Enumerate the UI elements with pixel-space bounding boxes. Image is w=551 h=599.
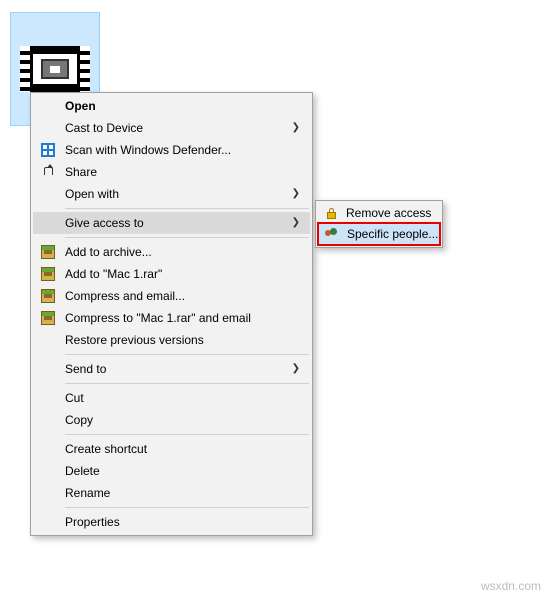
- rar-icon: [40, 266, 56, 282]
- menu-properties[interactable]: Properties: [33, 511, 310, 533]
- menu-label: Create shortcut: [65, 442, 147, 456]
- give-access-to-submenu: Remove access Specific people...: [315, 200, 443, 248]
- highlight-annotation: Specific people...: [317, 222, 441, 246]
- menu-label: Scan with Windows Defender...: [65, 143, 231, 157]
- watermark: wsxdn.com: [481, 579, 541, 593]
- menu-separator: [65, 507, 309, 508]
- submenu-specific-people[interactable]: Specific people...: [319, 224, 439, 244]
- menu-label: Properties: [65, 515, 120, 529]
- menu-label: Copy: [65, 413, 93, 427]
- video-file-icon: [20, 46, 90, 92]
- menu-label: Compress and email...: [65, 289, 185, 303]
- menu-label: Send to: [65, 362, 106, 376]
- menu-label: Delete: [65, 464, 100, 478]
- menu-scan-defender[interactable]: Scan with Windows Defender...: [33, 139, 310, 161]
- menu-label: Open: [65, 99, 96, 113]
- menu-create-shortcut[interactable]: Create shortcut: [33, 438, 310, 460]
- menu-restore-previous-versions[interactable]: Restore previous versions: [33, 329, 310, 351]
- menu-compress-and-email[interactable]: Compress and email...: [33, 285, 310, 307]
- menu-separator: [65, 434, 309, 435]
- menu-label: Cast to Device: [65, 121, 143, 135]
- menu-label: Cut: [65, 391, 84, 405]
- menu-separator: [65, 208, 309, 209]
- menu-copy[interactable]: Copy: [33, 409, 310, 431]
- people-icon: [324, 226, 340, 242]
- menu-label: Add to "Mac 1.rar": [65, 267, 162, 281]
- menu-label: Share: [65, 165, 97, 179]
- menu-add-to-archive[interactable]: Add to archive...: [33, 241, 310, 263]
- menu-cut[interactable]: Cut: [33, 387, 310, 409]
- submenu-arrow-icon: ❯: [292, 218, 300, 228]
- menu-label: Rename: [65, 486, 110, 500]
- menu-label: Open with: [65, 187, 119, 201]
- submenu-arrow-icon: ❯: [292, 364, 300, 374]
- menu-separator: [65, 354, 309, 355]
- menu-rename[interactable]: Rename: [33, 482, 310, 504]
- menu-label: Remove access: [346, 206, 431, 220]
- menu-add-to-named-rar[interactable]: Add to "Mac 1.rar": [33, 263, 310, 285]
- menu-cast-to-device[interactable]: Cast to Device ❯: [33, 117, 310, 139]
- rar-icon: [40, 310, 56, 326]
- menu-give-access-to[interactable]: Give access to ❯: [33, 212, 310, 234]
- defender-icon: [40, 142, 56, 158]
- submenu-arrow-icon: ❯: [292, 189, 300, 199]
- menu-label: Restore previous versions: [65, 333, 204, 347]
- menu-label: Specific people...: [347, 227, 438, 241]
- menu-delete[interactable]: Delete: [33, 460, 310, 482]
- menu-label: Compress to "Mac 1.rar" and email: [65, 311, 251, 325]
- menu-label: Give access to: [65, 216, 144, 230]
- rar-icon: [40, 244, 56, 260]
- menu-open-with[interactable]: Open with ❯: [33, 183, 310, 205]
- lock-icon: [323, 205, 339, 221]
- menu-label: Add to archive...: [65, 245, 152, 259]
- share-icon: [40, 164, 56, 180]
- menu-separator: [65, 237, 309, 238]
- rar-icon: [40, 288, 56, 304]
- menu-open[interactable]: Open: [33, 95, 310, 117]
- menu-share[interactable]: Share: [33, 161, 310, 183]
- submenu-remove-access[interactable]: Remove access: [318, 203, 440, 223]
- submenu-arrow-icon: ❯: [292, 123, 300, 133]
- context-menu: Open Cast to Device ❯ Scan with Windows …: [30, 92, 313, 536]
- menu-compress-to-named-and-email[interactable]: Compress to "Mac 1.rar" and email: [33, 307, 310, 329]
- menu-separator: [65, 383, 309, 384]
- menu-send-to[interactable]: Send to ❯: [33, 358, 310, 380]
